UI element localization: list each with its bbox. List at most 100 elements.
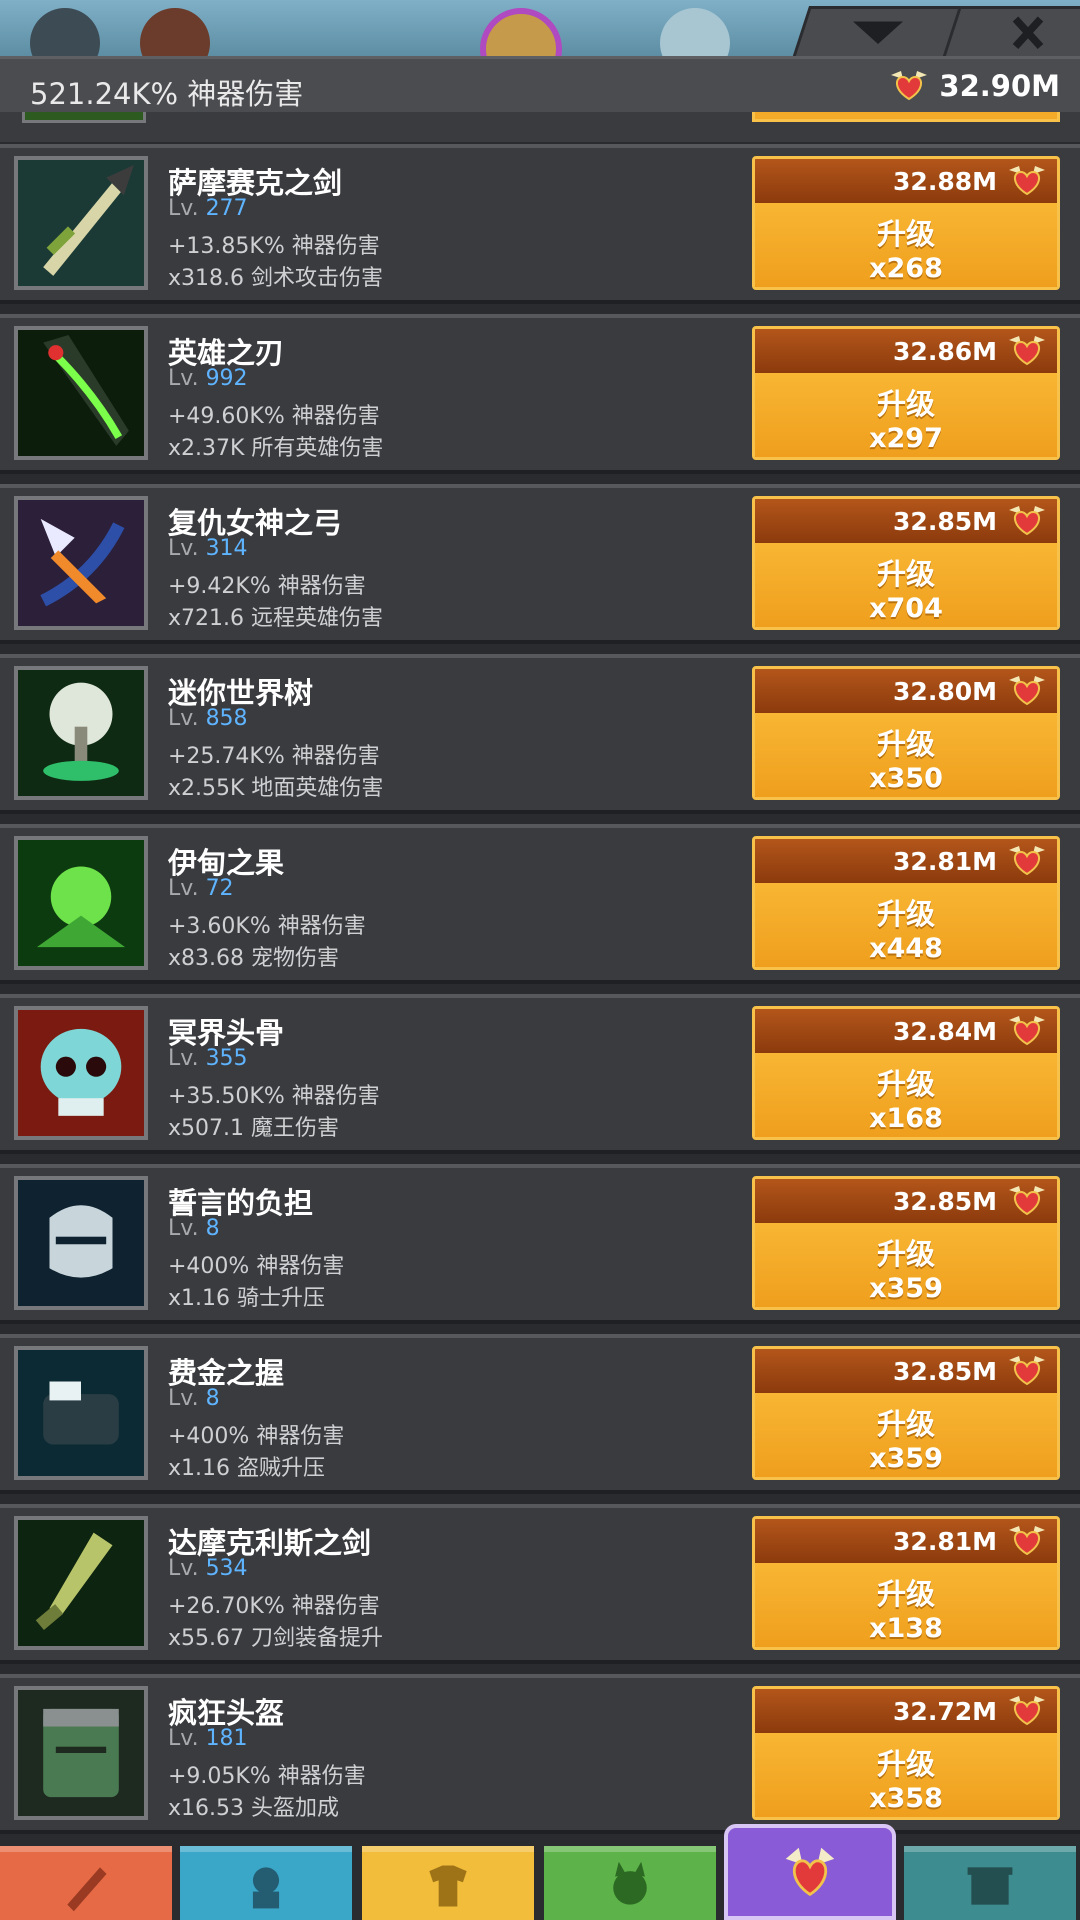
artifact-level: Lv. 181 (168, 1726, 248, 1751)
green-blade-icon[interactable] (14, 326, 148, 460)
upgrade-button[interactable]: 32.85M 升级 x359 (752, 1176, 1060, 1310)
gauntlet-icon[interactable] (14, 1346, 148, 1480)
upgrade-multiplier: x268 (869, 253, 943, 284)
upgrade-label: 升级 (876, 557, 935, 591)
artifact-effect: x1.16 盗贼升压 (168, 1456, 325, 1481)
upgrade-button[interactable]: 32.86M 升级 x297 (752, 326, 1060, 460)
upgrade-action[interactable]: 升级 x297 (755, 373, 1057, 457)
sword-icon[interactable] (14, 156, 148, 290)
artifact-damage-bonus: +400% 神器伤害 (168, 1254, 345, 1279)
winged-heart-icon (1007, 1524, 1047, 1558)
helmet-icon[interactable] (14, 1176, 148, 1310)
artifact-row: 迷你世界树 Lv. 858 +25.74K% 神器伤害 x2.55K 地面英雄伤… (0, 654, 1080, 814)
dagger-icon[interactable] (14, 1516, 148, 1650)
fruit-icon[interactable] (14, 836, 148, 970)
artifact-damage-bonus: +400% 神器伤害 (168, 1424, 345, 1449)
artifact-level: Lv. 8 (168, 1386, 220, 1411)
hero-tab[interactable] (180, 1846, 352, 1920)
level-value: 72 (205, 876, 234, 901)
upgrade-button[interactable]: 32.80M 升级 x350 (752, 666, 1060, 800)
chevron-down-icon (853, 21, 903, 44)
level-value: 355 (205, 1046, 248, 1071)
upgrade-multiplier: x350 (869, 763, 943, 794)
upgrade-action[interactable]: 升级 x358 (755, 1733, 1057, 1817)
winged-heart-icon (1007, 1014, 1047, 1048)
upgrade-action[interactable]: 升级 x268 (755, 203, 1057, 287)
close-icon (1012, 16, 1044, 50)
upgrade-button[interactable]: 32.85M 升级 x359 (752, 1346, 1060, 1480)
upgrade-action[interactable]: 升级 x359 (755, 1393, 1057, 1477)
close-tab[interactable] (940, 6, 1080, 56)
avatar-icon[interactable] (660, 8, 730, 56)
artifact-damage-bonus: +25.74K% 神器伤害 (168, 744, 380, 769)
artifact-damage-bonus: +35.50K% 神器伤害 (168, 1084, 380, 1109)
upgrade-multiplier: x297 (869, 423, 943, 454)
bucket-helm-icon[interactable] (14, 1686, 148, 1820)
pet-tab[interactable] (544, 1846, 716, 1920)
equipment-tab[interactable] (362, 1846, 534, 1920)
winged-heart-icon (1007, 1184, 1047, 1218)
artifact-effect: x16.53 头盔加成 (168, 1796, 339, 1821)
winged-heart-icon (1007, 504, 1047, 538)
artifact-effect: x55.67 刀剑装备提升 (168, 1626, 383, 1651)
bow-icon[interactable] (14, 496, 148, 630)
level-value: 992 (205, 366, 248, 391)
artifact-level: Lv. 8 (168, 1216, 220, 1241)
upgrade-action[interactable]: 升级 x359 (755, 1223, 1057, 1307)
artifact-effect: x2.37K 所有英雄伤害 (168, 436, 384, 461)
upgrade-action[interactable]: 升级 x168 (755, 1053, 1057, 1137)
upgrade-cost: 32.85M (755, 499, 1057, 543)
cost-value: 32.88M (893, 166, 997, 196)
upgrade-multiplier: x358 (869, 1783, 943, 1814)
skull-icon[interactable] (14, 1006, 148, 1140)
winged-heart-icon (1007, 844, 1047, 878)
upgrade-action[interactable]: 升级 x138 (755, 1563, 1057, 1647)
cost-value: 32.84M (893, 1016, 997, 1046)
artifact-tab-icon (785, 1847, 835, 1897)
upgrade-label: 升级 (876, 1237, 935, 1271)
artifact-damage-bonus: +3.60K% 神器伤害 (168, 914, 366, 939)
upgrade-action[interactable]: 升级 x448 (755, 883, 1057, 967)
artifact-row: 疯狂头盔 Lv. 181 +9.05K% 神器伤害 x16.53 头盔加成 32… (0, 1674, 1080, 1834)
upgrade-button[interactable]: 32.81M 升级 x138 (752, 1516, 1060, 1650)
upgrade-label: 升级 (876, 1067, 935, 1101)
upgrade-button[interactable]: 32.72M 升级 x358 (752, 1686, 1060, 1820)
upgrade-multiplier: x448 (869, 933, 943, 964)
upgrade-multiplier: x138 (869, 1613, 943, 1644)
cost-value: 32.81M (893, 846, 997, 876)
winged-heart-icon (1007, 674, 1047, 708)
upgrade-action[interactable]: 升级 x350 (755, 713, 1057, 797)
clan-shield-icon[interactable] (140, 8, 210, 56)
settings-gear-icon[interactable] (30, 8, 100, 56)
artifact-effect: x507.1 魔王伤害 (168, 1116, 339, 1141)
artifact-row: 萨摩赛克之剑 Lv. 277 +13.85K% 神器伤害 x318.6 剑术攻击… (0, 144, 1080, 304)
relic-currency: 32.90M (889, 69, 1060, 103)
upgrade-cost: 32.86M (755, 329, 1057, 373)
upgrade-label: 升级 (876, 1577, 935, 1611)
upgrade-button[interactable]: 32.85M 升级 x704 (752, 496, 1060, 630)
upgrade-button[interactable]: 32.81M 升级 x448 (752, 836, 1060, 970)
winged-heart-icon (1007, 164, 1047, 198)
artifact-tab[interactable] (724, 1824, 896, 1920)
relic-amount: 32.90M (939, 69, 1060, 103)
artifact-damage-bonus: +9.42K% 神器伤害 (168, 574, 366, 599)
upgrade-cost: 32.85M (755, 1349, 1057, 1393)
shop-tab[interactable] (904, 1846, 1076, 1920)
level-value: 8 (205, 1386, 220, 1411)
upgrade-cost: 32.88M (755, 159, 1057, 203)
artifact-level: Lv. 314 (168, 536, 248, 561)
bottom-nav (0, 1824, 1080, 1920)
upgrade-multiplier: x168 (869, 1103, 943, 1134)
cost-value: 32.86M (893, 336, 997, 366)
hero-portrait-icon[interactable] (480, 8, 562, 56)
tree-icon[interactable] (14, 666, 148, 800)
level-value: 858 (205, 706, 248, 731)
upgrade-button[interactable]: 32.88M 升级 x268 (752, 156, 1060, 290)
upgrade-button[interactable]: 32.84M 升级 x168 (752, 1006, 1060, 1140)
upgrade-cost: 32.84M (755, 1009, 1057, 1053)
pet-tab-icon (613, 1861, 647, 1905)
sword-tab[interactable] (0, 1846, 172, 1920)
collapse-tab[interactable] (790, 6, 966, 56)
upgrade-action[interactable]: 升级 x704 (755, 543, 1057, 627)
artifact-level: Lv. 858 (168, 706, 248, 731)
